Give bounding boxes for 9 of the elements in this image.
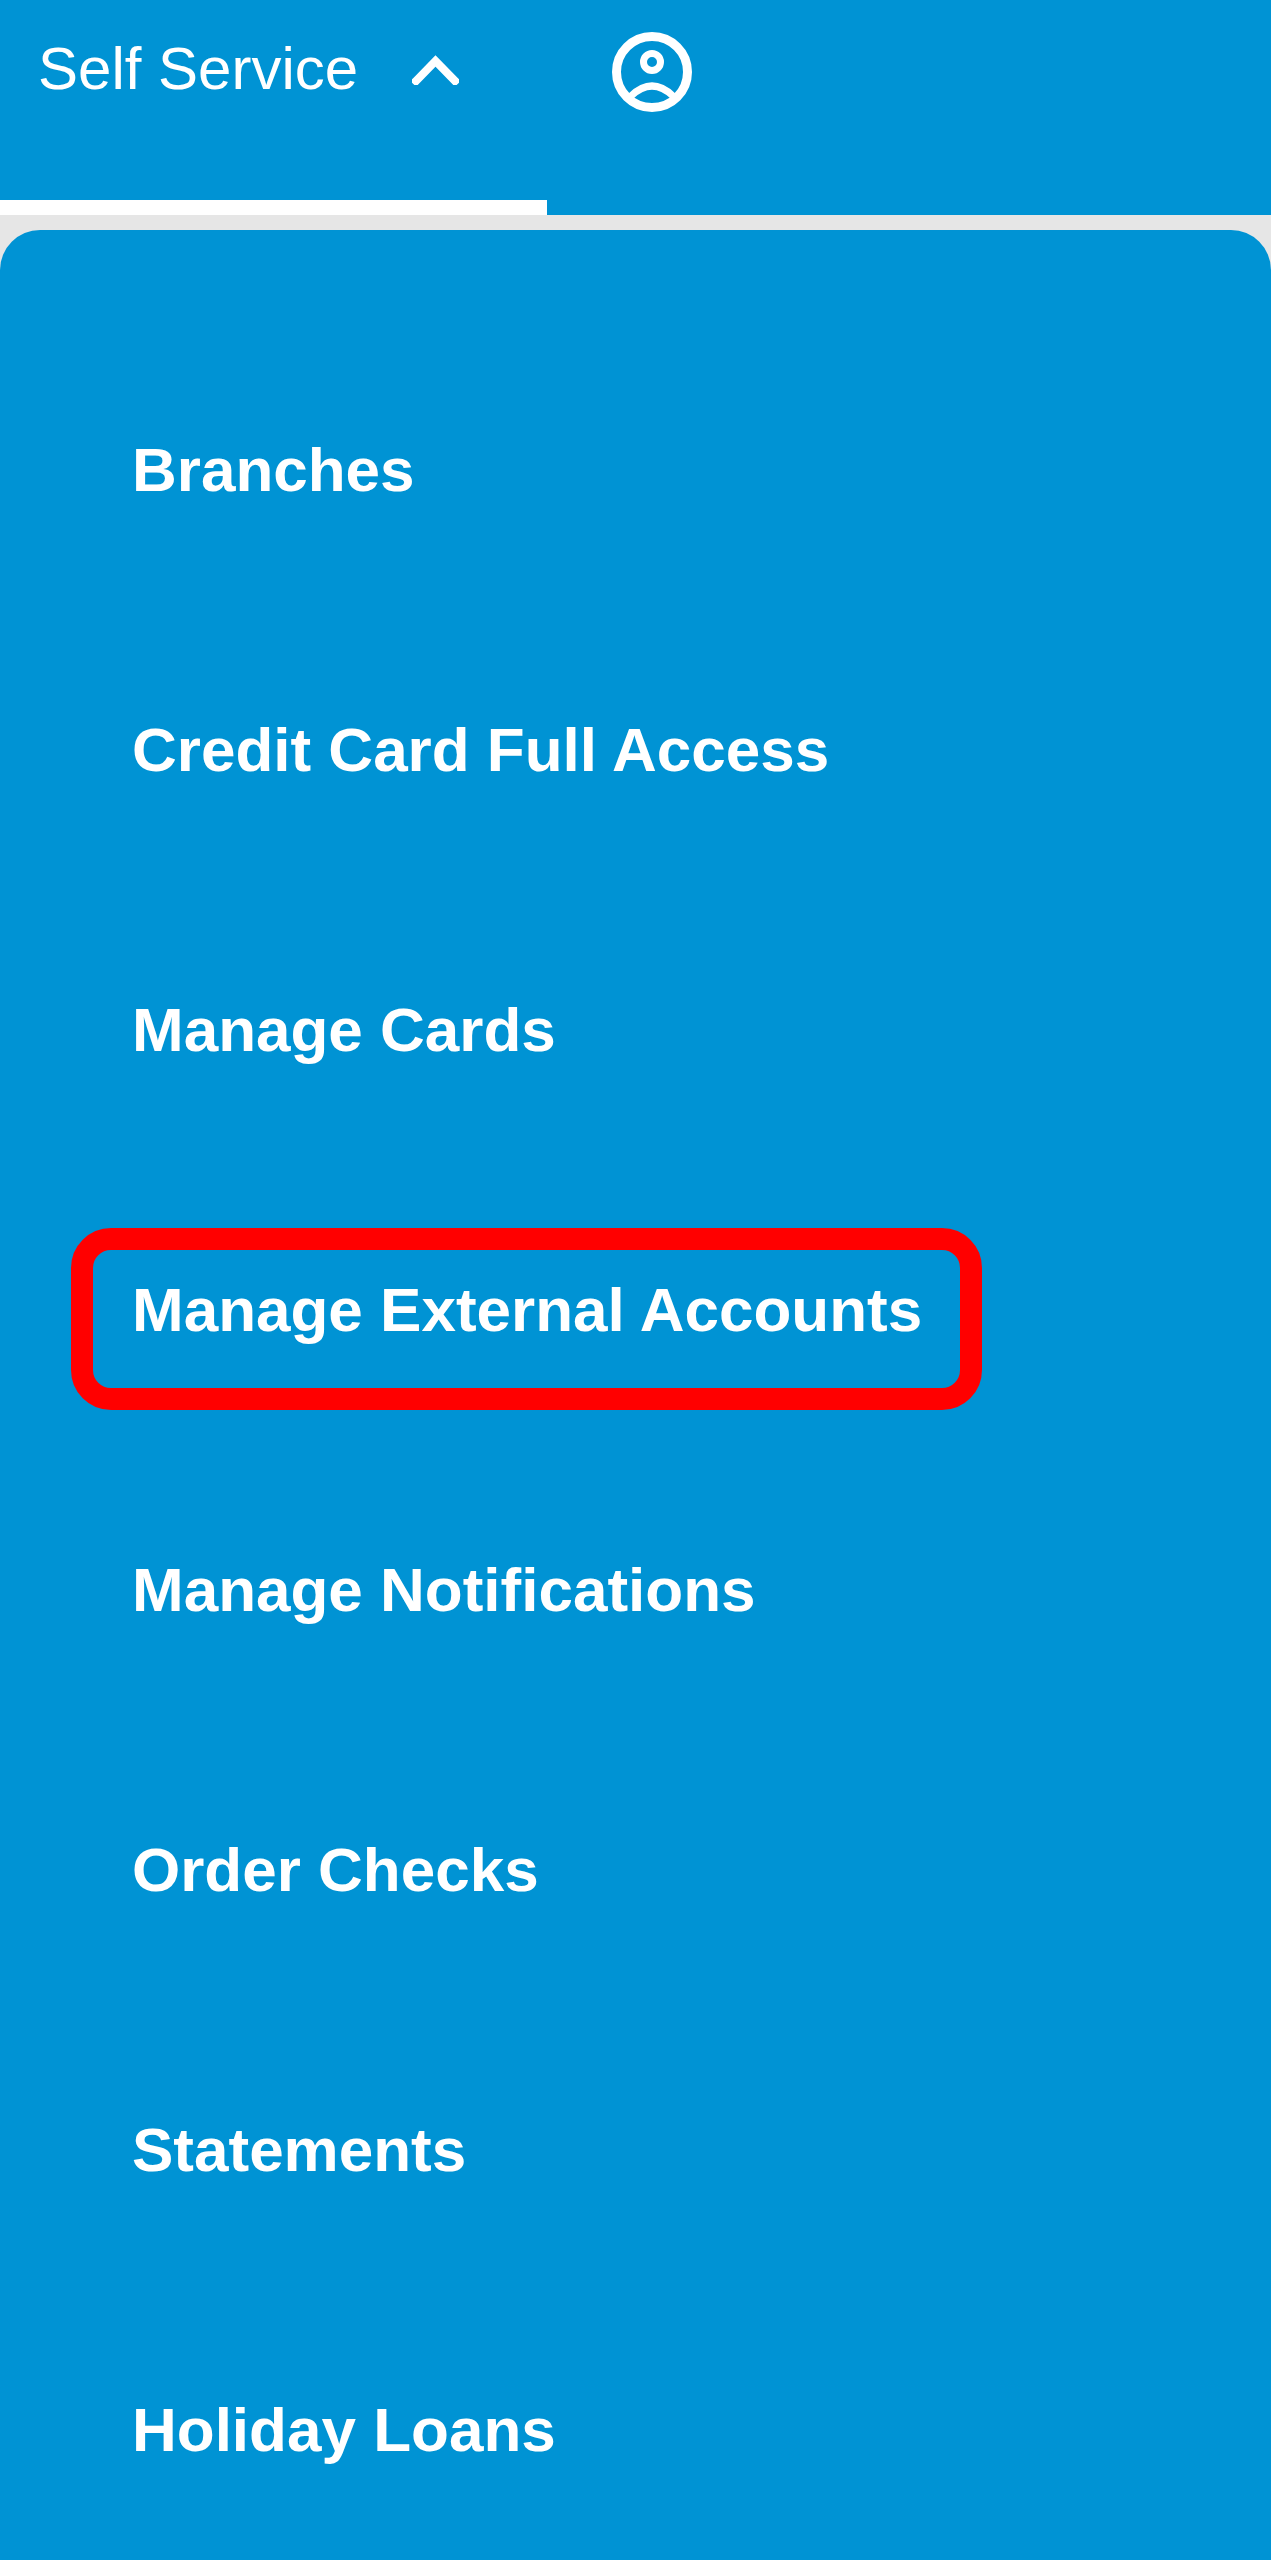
menu-link[interactable]: Credit Card Full Access [132, 714, 830, 786]
menu-link[interactable]: Manage Cards [132, 994, 556, 1066]
menu-link[interactable]: Manage Notifications [132, 1554, 756, 1626]
menu-link[interactable]: Order Checks [132, 1834, 539, 1906]
menu-link[interactable]: Statements [132, 2114, 467, 2186]
menu-link[interactable]: Manage External Accounts [132, 1274, 923, 1346]
menu-link[interactable]: Branches [132, 434, 415, 506]
user-circle-icon[interactable] [612, 32, 692, 112]
menu-link[interactable]: Holiday Loans [132, 2394, 556, 2466]
